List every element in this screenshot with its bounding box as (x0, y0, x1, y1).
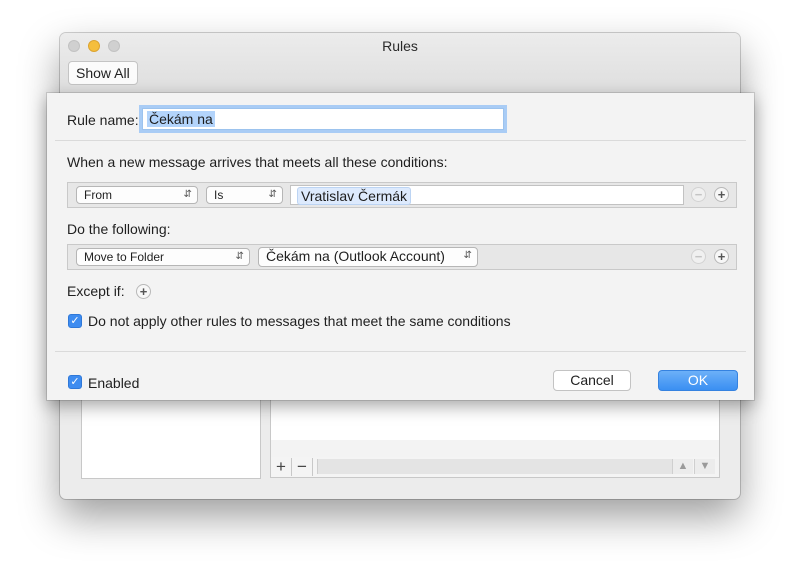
condition-operator-popup[interactable]: Is ⇵ (206, 186, 283, 204)
action-type-value: Move to Folder (84, 250, 165, 264)
add-rule-button[interactable]: + (271, 458, 292, 476)
action-folder-popup[interactable]: Čekám na (Outlook Account) ⇵ (258, 247, 478, 267)
updown-chevron-icon: ⇵ (235, 251, 244, 262)
window-title: Rules (382, 38, 418, 54)
add-condition-button[interactable]: + (714, 187, 729, 202)
add-action-button[interactable]: + (714, 249, 729, 264)
except-if-label: Except if: (67, 283, 125, 299)
action-folder-value: Čekám na (Outlook Account) (266, 248, 445, 264)
rules-list-row[interactable] (271, 440, 719, 458)
no-other-rules-label: Do not apply other rules to messages tha… (88, 313, 511, 329)
move-rule-up-icon[interactable]: ▲ (672, 459, 693, 474)
action-row: Move to Folder ⇵ Čekám na (Outlook Accou… (67, 244, 737, 270)
rule-name-label: Rule name: (67, 112, 139, 128)
enabled-label: Enabled (88, 375, 140, 391)
updown-chevron-icon: ⇵ (463, 250, 472, 261)
rules-list-scrollbar[interactable] (317, 459, 672, 474)
divider (55, 351, 746, 352)
condition-row: From ⇵ Is ⇵ Vratislav Čermák − + (67, 182, 737, 208)
move-rule-down-icon[interactable]: ▼ (694, 459, 715, 474)
add-exception-button[interactable]: + (136, 284, 151, 299)
show-all-button[interactable]: Show All (68, 61, 138, 85)
rule-name-value: Čekám na (147, 111, 215, 127)
rule-name-input[interactable]: Čekám na (139, 105, 507, 133)
account-list[interactable] (81, 395, 261, 479)
remove-condition-button[interactable]: − (691, 187, 706, 202)
rule-editor-sheet: Rule name: Čekám na When a new message a… (47, 93, 754, 400)
contact-token[interactable]: Vratislav Čermák (297, 187, 412, 205)
window-titlebar: Rules Show All (60, 33, 740, 94)
ok-button[interactable]: OK (658, 370, 738, 391)
cancel-button[interactable]: Cancel (553, 370, 631, 391)
condition-field-popup[interactable]: From ⇵ (76, 186, 198, 204)
updown-chevron-icon: ⇵ (183, 189, 192, 200)
updown-chevron-icon: ⇵ (268, 189, 277, 200)
divider (55, 140, 746, 141)
remove-action-button[interactable]: − (691, 249, 706, 264)
condition-value-input[interactable]: Vratislav Čermák (290, 185, 684, 205)
actions-heading: Do the following: (67, 221, 171, 237)
remove-rule-button[interactable]: − (292, 458, 313, 476)
conditions-heading: When a new message arrives that meets al… (67, 154, 448, 170)
rules-list-toolbar: + − ▲ ▼ (270, 457, 720, 478)
rules-list[interactable] (270, 395, 720, 459)
condition-operator-value: Is (214, 188, 224, 202)
enabled-checkbox[interactable]: ✓ (68, 375, 82, 389)
action-type-popup[interactable]: Move to Folder ⇵ (76, 248, 250, 266)
no-other-rules-checkbox[interactable]: ✓ (68, 314, 82, 328)
condition-field-value: From (84, 188, 112, 202)
